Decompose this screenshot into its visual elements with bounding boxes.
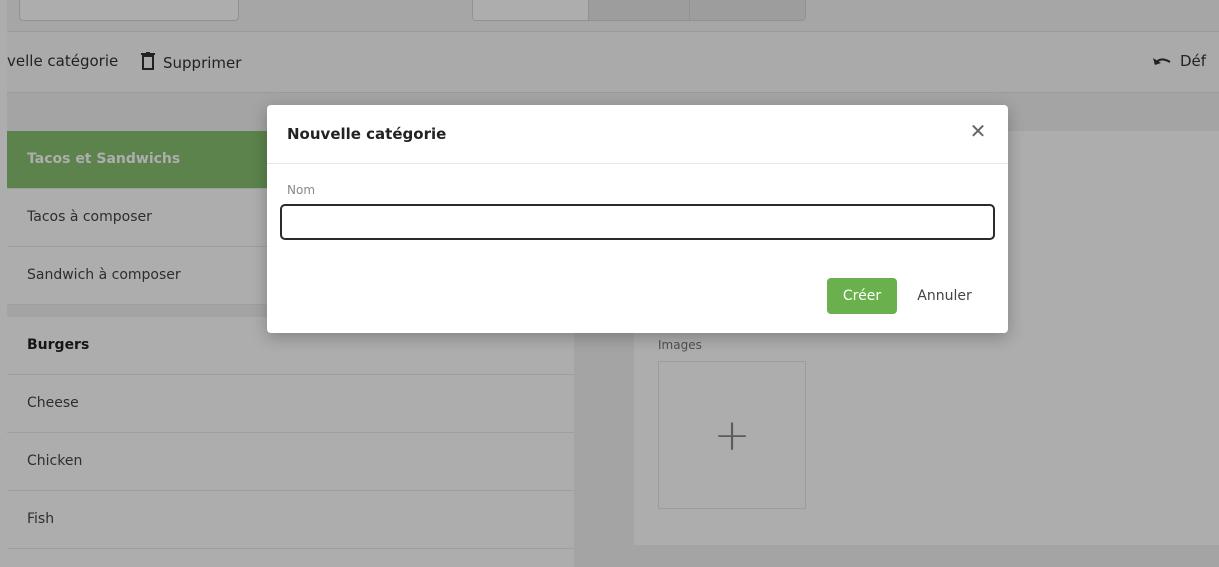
- cancel-button[interactable]: Annuler: [907, 278, 982, 314]
- dialog-header: Nouvelle catégorie ✕: [267, 105, 1008, 164]
- create-button[interactable]: Créer: [827, 278, 897, 314]
- close-button[interactable]: ✕: [966, 119, 990, 143]
- new-category-dialog: Nouvelle catégorie ✕ Nom Créer Annuler: [267, 105, 1008, 333]
- dialog-title: Nouvelle catégorie: [287, 125, 447, 143]
- app-window: velle catégorie Supprimer Déf Tacos et S…: [0, 0, 1219, 567]
- name-input[interactable]: [280, 204, 995, 240]
- close-icon: ✕: [969, 119, 987, 143]
- name-field-label: Nom: [287, 183, 316, 197]
